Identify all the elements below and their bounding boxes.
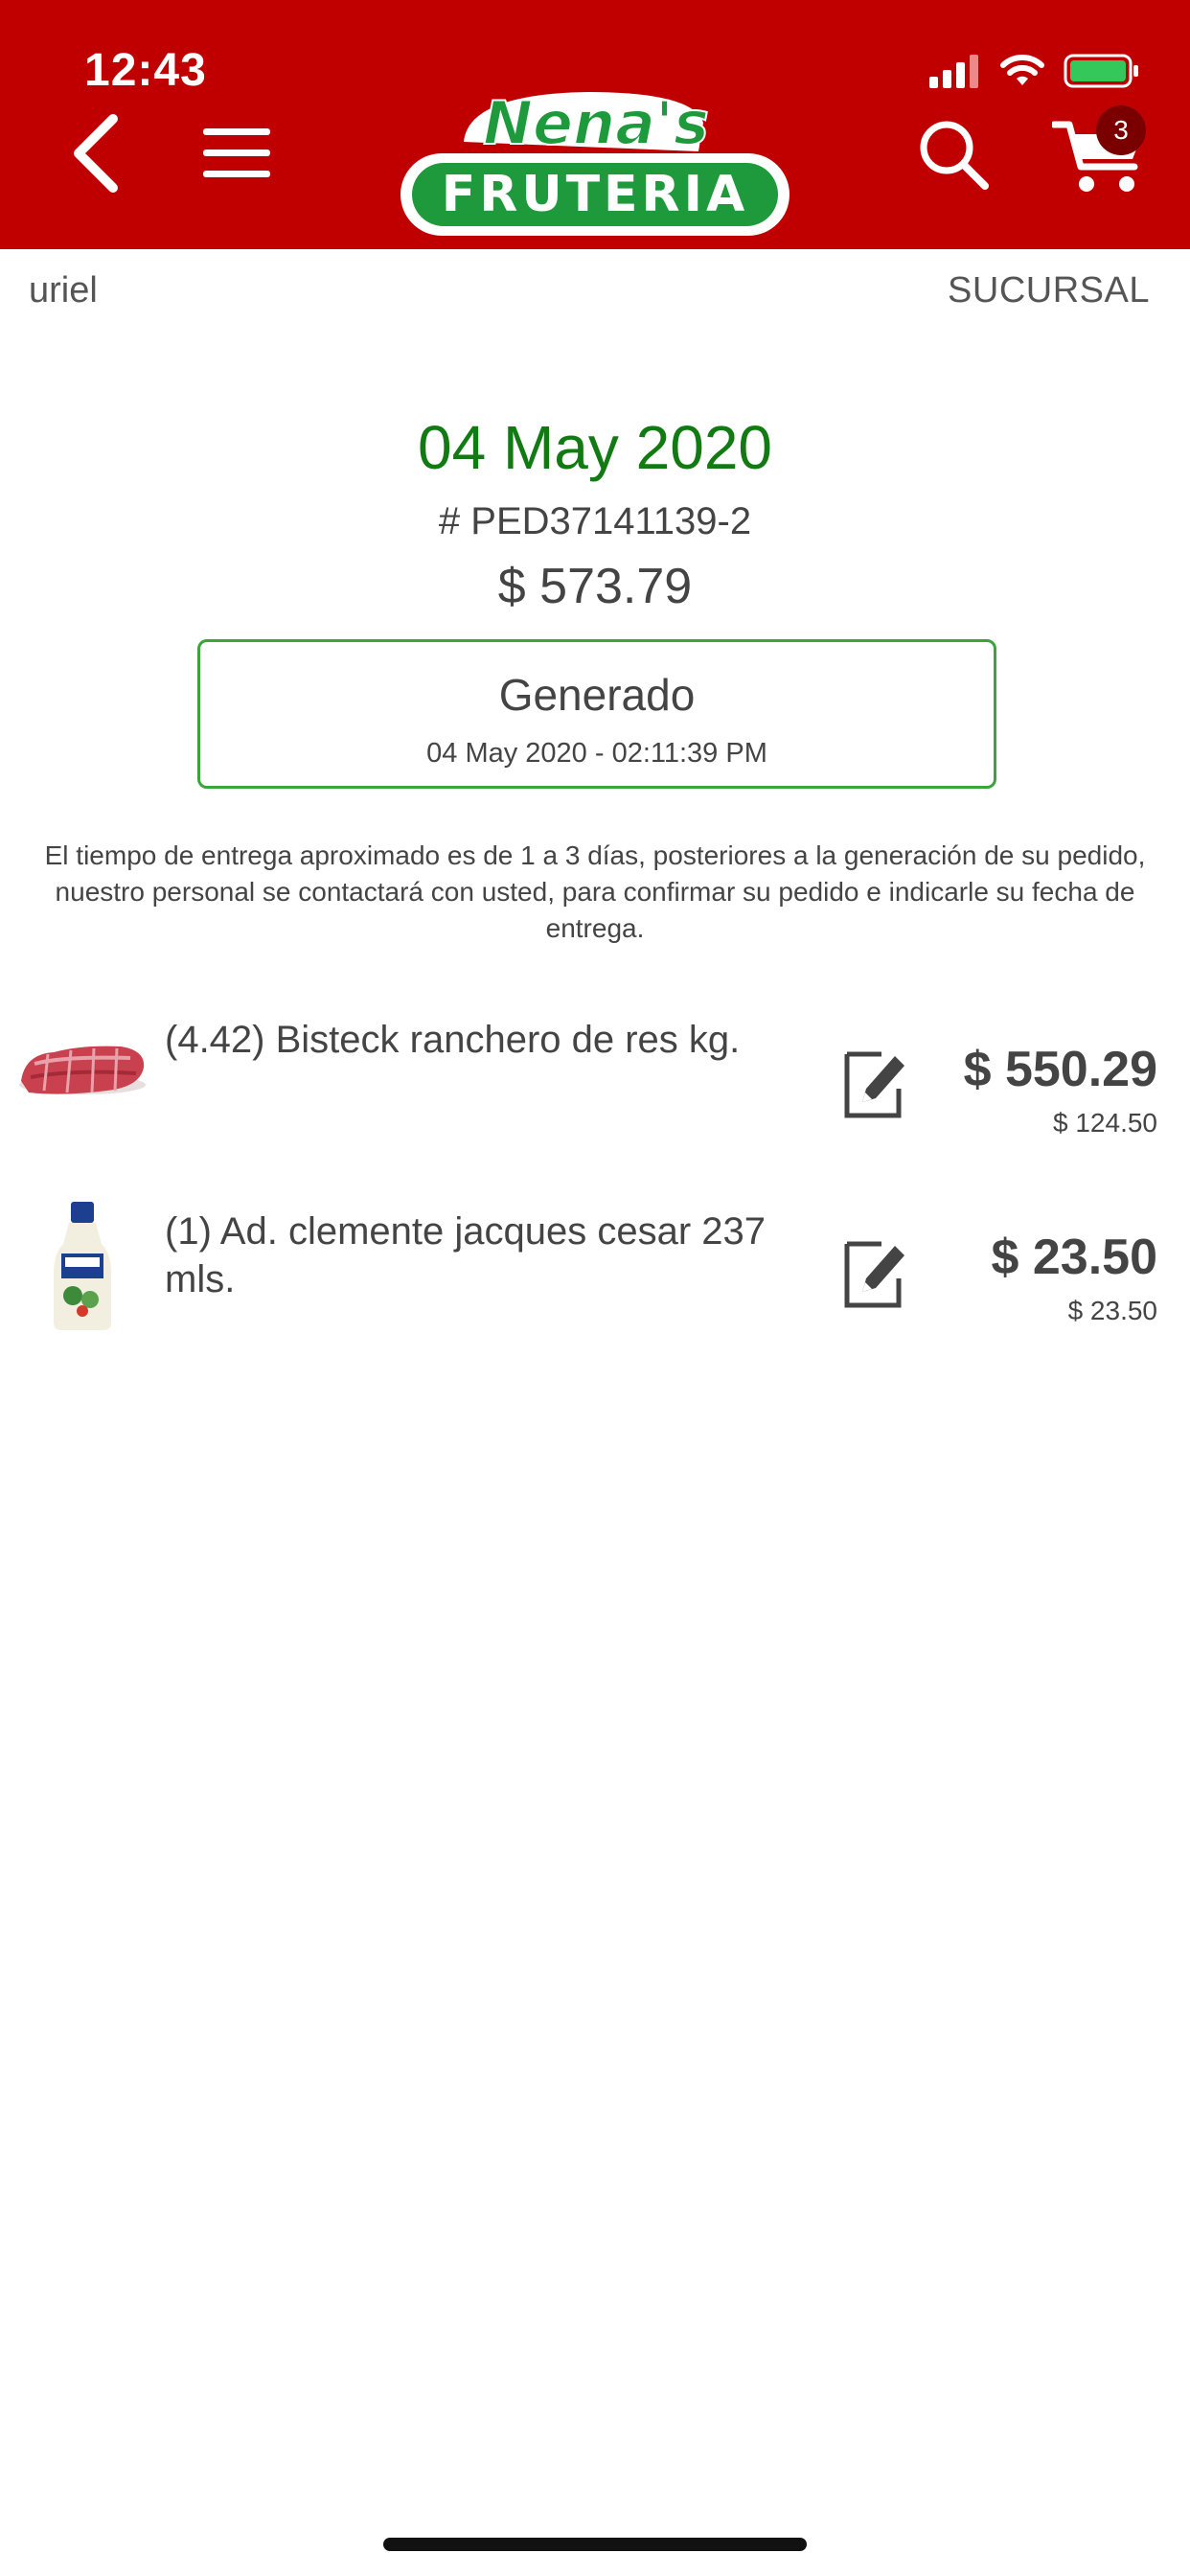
menu-button[interactable] [201,126,272,180]
order-status-date: 04 May 2020 - 02:11:39 PM [426,738,767,769]
delivery-note: El tiempo de entrega aproximado es de 1 … [44,840,1146,943]
user-row: uriel SUCURSAL [0,249,1190,335]
search-icon [920,121,989,190]
edit-pencil-icon [844,1051,904,1118]
search-button[interactable] [916,117,993,194]
order-status-box: Generado 04 May 2020 - 02:11:39 PM [197,639,996,789]
branch-button[interactable]: SUCURSAL [948,270,1150,311]
item-name: (4.42) Bisteck ranchero de res kg. [165,1019,741,1061]
nenas-fruteria-logo[interactable]: Nena's FRUTERIA [397,84,793,240]
order-number: # PED37141139-2 [438,500,752,542]
hamburger-menu-icon [203,128,270,177]
order-status: Generado [498,670,696,720]
chevron-left-icon [74,114,118,193]
item-name: (1) Ad. clemente jacques cesar 237 mls. [165,1210,767,1300]
battery-icon [1064,54,1138,88]
username-label: uriel [29,270,98,310]
status-time: 12:43 [84,45,207,96]
order-total: $ 573.79 [497,559,693,614]
back-button[interactable] [67,113,125,194]
signal-icon [929,55,978,88]
edit-pencil-icon [844,1241,904,1308]
app-header: 12:43 Nena's FRUTERIA 3 [0,0,1190,249]
beef-steak-image [15,997,149,1131]
order-item: (1) Ad. clemente jacques cesar 237 mls. … [0,1196,1190,1359]
item-unit-price: $ 23.50 [1067,1296,1157,1325]
home-indicator[interactable] [383,2538,807,2551]
logo-text-bottom: FRUTERIA [442,166,748,223]
item-total-price: $ 550.29 [963,1042,1157,1097]
wifi-icon [1000,55,1044,85]
dressing-bottle-image [15,1200,149,1334]
edit-item-button[interactable] [843,1046,906,1119]
item-unit-price: $ 124.50 [1053,1108,1157,1138]
cart-count-badge[interactable]: 3 [1096,105,1146,155]
status-icons [927,50,1140,92]
order-date: 04 May 2020 [417,413,773,482]
item-total-price: $ 23.50 [991,1230,1158,1285]
order-item: (4.42) Bisteck ranchero de res kg. $ 550… [0,987,1190,1150]
edit-item-button[interactable] [843,1236,906,1309]
logo-text-top: Nena's [483,88,709,158]
